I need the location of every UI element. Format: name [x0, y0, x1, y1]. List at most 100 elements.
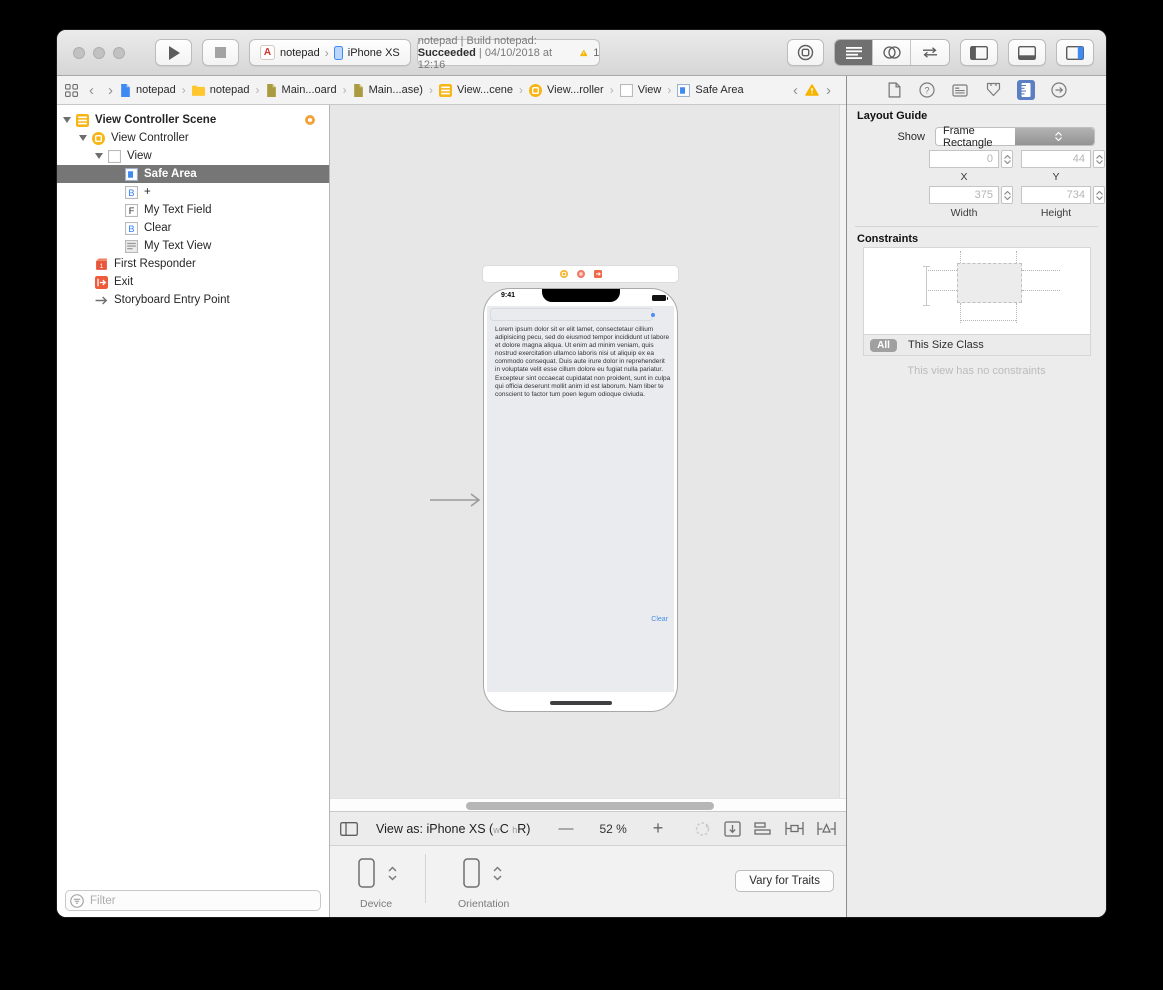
add-constraints-icon[interactable]	[785, 821, 804, 836]
outline-row-view[interactable]: View	[57, 147, 329, 165]
outline-row-plus-button[interactable]: B +	[57, 183, 329, 201]
resolve-autolayout-icon[interactable]	[817, 821, 836, 836]
run-button[interactable]	[155, 39, 192, 66]
storyboard-file-icon	[353, 84, 364, 97]
device-label: Device	[360, 898, 392, 910]
width-stepper[interactable]	[1001, 186, 1013, 204]
height-stepper[interactable]	[1093, 186, 1105, 204]
disclosure-triangle-icon[interactable]	[63, 117, 71, 123]
breadcrumb-scene[interactable]: View...cene	[439, 84, 513, 97]
exit-icon	[95, 276, 108, 289]
outline-row-clear-button[interactable]: B Clear	[57, 219, 329, 237]
breadcrumb-storyboard[interactable]: Main...oard	[266, 84, 337, 97]
close-window-button[interactable]	[73, 47, 85, 59]
x-field[interactable]: 0	[929, 150, 999, 168]
tab-file-inspector[interactable]	[885, 80, 903, 100]
zoom-in-button[interactable]: +	[653, 818, 664, 839]
view-as-label[interactable]: View as: iPhone XS (wC hR)	[376, 822, 530, 836]
xcode-window: A notepad › iPhone XS notepad | Build no…	[57, 30, 1106, 917]
y-stepper[interactable]	[1093, 150, 1105, 168]
breadcrumb-view-controller[interactable]: View...roller	[529, 84, 604, 97]
show-dropdown-value: Frame Rectangle	[936, 125, 1015, 149]
outline-row-safe-area[interactable]: Safe Area	[57, 165, 329, 183]
jump-bar: ‹ › notepad › notepad › Main...oard › Ma…	[57, 76, 846, 105]
toggle-navigator-button[interactable]	[960, 39, 998, 66]
folder-icon	[192, 85, 205, 96]
my-text-field[interactable]	[490, 308, 653, 321]
my-text-view[interactable]: Lorem ipsum dolor sit er elit lamet, con…	[495, 326, 671, 399]
show-dropdown[interactable]: Frame Rectangle	[935, 127, 1095, 146]
all-size-class-badge[interactable]: All	[870, 339, 897, 352]
width-field[interactable]: 375	[929, 186, 999, 204]
svg-text:1: 1	[100, 262, 104, 269]
breadcrumb-project[interactable]: notepad	[120, 84, 176, 97]
breadcrumb-safe-area[interactable]: Safe Area	[677, 84, 743, 97]
stepper-chevrons-icon[interactable]	[387, 865, 398, 882]
scene-dock	[483, 266, 678, 282]
scheme-selector[interactable]: A notepad › iPhone XS	[249, 39, 411, 66]
next-issue-button[interactable]: ›	[826, 83, 831, 98]
toggle-inspectors-button[interactable]	[1056, 39, 1094, 66]
breadcrumb-view[interactable]: View	[620, 84, 662, 97]
vary-for-traits-button[interactable]: Vary for Traits	[735, 870, 834, 892]
related-items-icon[interactable]	[65, 84, 78, 97]
zoom-out-button[interactable]: —	[558, 820, 573, 837]
library-button[interactable]	[787, 39, 824, 66]
device-icon	[334, 46, 343, 60]
plus-button-handle-dot[interactable]	[651, 313, 655, 317]
zoom-level[interactable]: 52 %	[599, 822, 626, 836]
clear-button[interactable]: Clear	[651, 616, 668, 623]
align-icon[interactable]	[754, 821, 772, 836]
standard-editor-button[interactable]	[835, 40, 873, 65]
exit-dock-icon[interactable]	[594, 270, 602, 278]
disclosure-triangle-icon[interactable]	[95, 153, 103, 159]
editor-mode-segmented-control	[834, 39, 950, 66]
orientation-picker[interactable]	[463, 858, 503, 888]
outline-row-text-view[interactable]: My Text View	[57, 237, 329, 255]
warning-icon[interactable]	[580, 47, 588, 59]
outline-row-first-responder[interactable]: 1 First Responder	[57, 255, 329, 273]
stepper-chevrons-icon[interactable]	[492, 865, 503, 882]
toggle-debug-area-button[interactable]	[1008, 39, 1046, 66]
outline-row-entry-point[interactable]: Storyboard Entry Point	[57, 291, 329, 309]
scrollbar-thumb[interactable]	[466, 802, 714, 810]
outline-row-view-controller[interactable]: View Controller	[57, 129, 329, 147]
tab-attributes-inspector[interactable]	[984, 80, 1002, 100]
minimize-window-button[interactable]	[93, 47, 105, 59]
first-responder-dock-icon[interactable]	[577, 270, 585, 278]
jumpbar-forward-button[interactable]: ›	[108, 83, 113, 98]
version-editor-button[interactable]	[911, 40, 949, 65]
iphone-xs-scene[interactable]: 9:41 Lorem ipsum dolor sit er elit lamet…	[483, 288, 678, 712]
previous-issue-button[interactable]: ‹	[793, 83, 798, 98]
storyboard-entry-point-arrow[interactable]	[430, 493, 482, 507]
outline-row-exit[interactable]: Exit	[57, 273, 329, 291]
canvas-horizontal-scrollbar[interactable]	[330, 798, 846, 811]
outline-row-scene[interactable]: View Controller Scene	[57, 111, 329, 129]
tab-size-inspector[interactable]	[1017, 80, 1035, 100]
disclosure-triangle-icon[interactable]	[79, 135, 87, 141]
toggle-outline-button[interactable]	[340, 822, 358, 836]
tab-identity-inspector[interactable]	[951, 80, 969, 100]
tab-quick-help[interactable]: ?	[918, 80, 936, 100]
outline-row-text-field[interactable]: F My Text Field	[57, 201, 329, 219]
canvas-vertical-scrollbar[interactable]	[839, 105, 846, 798]
breadcrumb-storyboard-base[interactable]: Main...ase)	[353, 84, 423, 97]
filter-input[interactable]	[65, 890, 321, 911]
jumpbar-back-button[interactable]: ‹	[89, 83, 94, 98]
device-picker[interactable]	[358, 858, 398, 888]
view-controller-dock-icon[interactable]	[560, 270, 568, 278]
assistant-editor-button[interactable]	[873, 40, 911, 65]
storyboard-canvas[interactable]: 9:41 Lorem ipsum dolor sit er elit lamet…	[330, 105, 846, 798]
zoom-window-button[interactable]	[113, 47, 125, 59]
safe-area-icon	[677, 84, 690, 97]
x-stepper[interactable]	[1001, 150, 1013, 168]
tab-connections-inspector[interactable]	[1050, 80, 1068, 100]
update-frames-icon[interactable]	[694, 821, 711, 837]
breadcrumb-folder[interactable]: notepad	[192, 84, 250, 96]
stop-button[interactable]	[202, 39, 239, 66]
height-field[interactable]: 734	[1021, 186, 1091, 204]
svg-text:B: B	[128, 187, 134, 197]
y-field[interactable]: 44	[1021, 150, 1091, 168]
embed-in-stack-icon[interactable]	[724, 821, 741, 837]
issue-warning-icon[interactable]	[805, 84, 819, 96]
